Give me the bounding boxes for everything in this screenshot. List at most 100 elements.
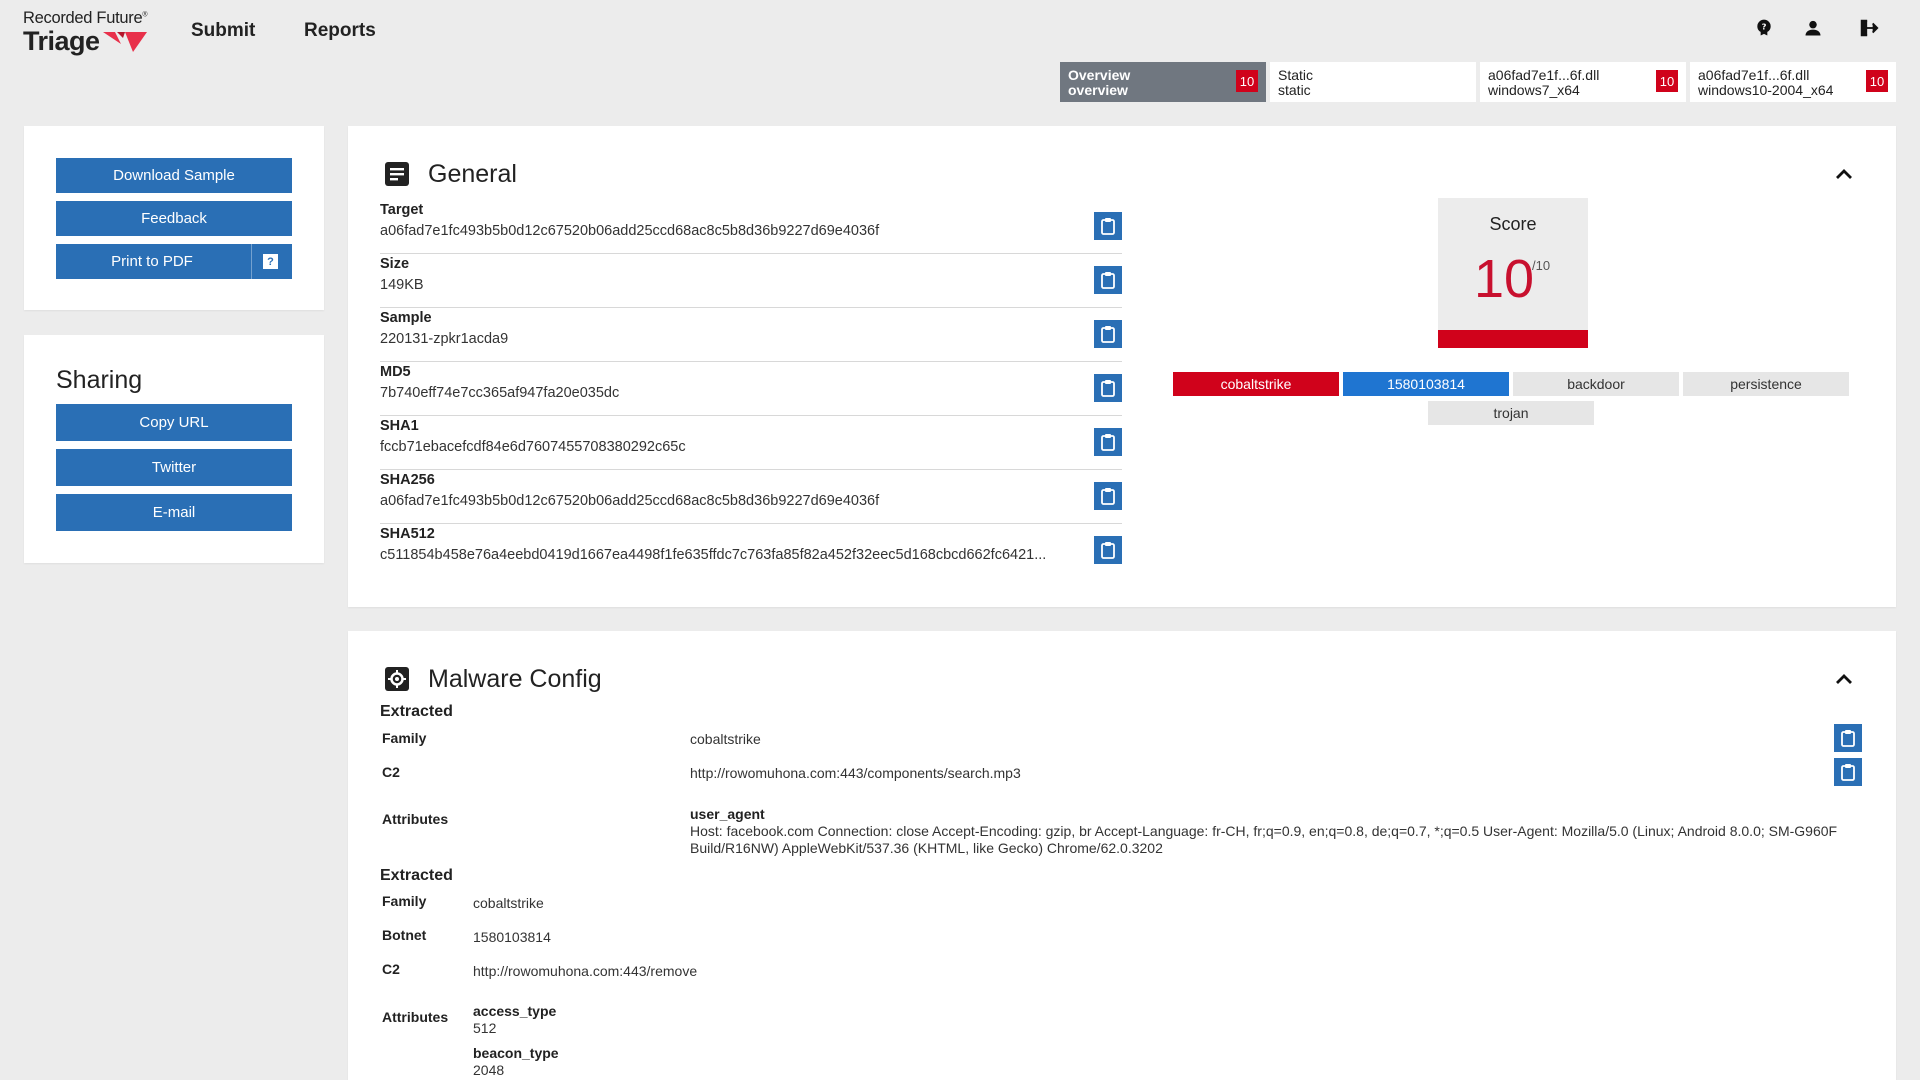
c2-value: http://rowomuhona.com:443/components/sea…	[690, 765, 1021, 781]
tab-score-badge: 10	[1236, 70, 1258, 92]
logout-icon[interactable]	[1857, 16, 1881, 40]
general-title: General	[428, 160, 517, 188]
tag-backdoor[interactable]: backdoor	[1513, 372, 1679, 396]
button-divider	[251, 244, 252, 279]
tag-botnet[interactable]: 1580103814	[1343, 372, 1509, 396]
family-value: cobaltstrike	[690, 731, 761, 747]
clipboard-icon	[1101, 542, 1115, 559]
field-value: 149KB	[380, 277, 424, 293]
help-icon[interactable]: ?	[1752, 16, 1776, 40]
copy-target-button[interactable]	[1094, 212, 1122, 240]
copy-md5-button[interactable]	[1094, 374, 1122, 402]
attributes-label: Attributes	[382, 1009, 449, 1025]
attributes-label: Attributes	[382, 811, 449, 827]
field-label: Target	[380, 202, 424, 218]
extracted-heading: Extracted	[380, 703, 453, 720]
tag-family[interactable]: cobaltstrike	[1173, 372, 1339, 396]
copy-size-button[interactable]	[1094, 266, 1122, 294]
feedback-button[interactable]: Feedback	[56, 201, 292, 236]
tab-overview[interactable]: Overview overview 10	[1060, 62, 1266, 102]
analysis-tabs: Overview overview 10 Static static a06fa…	[1060, 62, 1896, 102]
attr-value: Host: facebook.com Connection: close Acc…	[690, 823, 1838, 856]
score-title: Score	[1489, 214, 1537, 234]
chevron-up-icon[interactable]	[1832, 667, 1856, 691]
family-label: Family	[382, 893, 427, 909]
field-value: a06fad7e1fc493b5b0d12c67520b06add25ccd68…	[380, 223, 880, 239]
field-value: a06fad7e1fc493b5b0d12c67520b06add25ccd68…	[380, 493, 880, 509]
document-icon	[385, 162, 409, 186]
c2-value: http://rowomuhona.com:443/remove	[473, 963, 698, 979]
field-value: 7b740eff74e7cc365af947fa20e035dc	[380, 385, 620, 401]
field-label: Sample	[380, 310, 432, 326]
copy-sample-button[interactable]	[1094, 320, 1122, 348]
field-label: Size	[380, 256, 410, 272]
general-fields: Target a06fad7e1fc493b5b0d12c67520b06add…	[348, 200, 1168, 600]
attr-key: user_agent	[690, 806, 765, 822]
score-max: /10	[1532, 258, 1551, 273]
c2-label: C2	[382, 961, 400, 977]
field-label: SHA1	[380, 418, 419, 434]
attributes-value: user_agent Host: facebook.com Connection…	[690, 806, 1870, 857]
tab-score-badge: 10	[1656, 70, 1678, 92]
tab-title: Overview	[1068, 67, 1131, 83]
clipboard-icon	[1101, 380, 1115, 397]
copy-family-button[interactable]	[1834, 724, 1862, 752]
triage-logo-icon	[102, 32, 147, 52]
attr-key: access_type	[473, 1003, 557, 1019]
tab-windows7[interactable]: a06fad7e1f...6f.dll windows7_x64 10	[1480, 62, 1686, 102]
attr-value: 512	[473, 1020, 497, 1036]
c2-label: C2	[382, 764, 400, 780]
tag-trojan[interactable]: trojan	[1428, 401, 1594, 425]
field-value: 220131-zpkr1acda9	[380, 331, 509, 347]
actions-card: Download Sample Feedback Print to PDF ?	[24, 126, 324, 310]
field-md5: MD5 7b740eff74e7cc365af947fa20e035dc	[380, 362, 1122, 416]
company-name: Recorded Future	[23, 9, 143, 27]
clipboard-icon	[1841, 764, 1855, 781]
copy-c2-button[interactable]	[1834, 758, 1862, 786]
sharing-title: Sharing	[56, 366, 143, 394]
tab-windows10[interactable]: a06fad7e1f...6f.dll windows10-2004_x64 1…	[1690, 62, 1896, 102]
product-name: Triage	[23, 26, 100, 56]
score-bar	[1438, 330, 1588, 348]
tab-static[interactable]: Static static	[1270, 62, 1476, 102]
field-size: Size 149KB	[380, 254, 1122, 308]
tab-title: Static	[1278, 67, 1314, 83]
field-label: SHA256	[380, 472, 435, 488]
malware-config-title: Malware Config	[428, 665, 602, 693]
botnet-label: Botnet	[382, 927, 427, 943]
account-icon[interactable]	[1801, 16, 1825, 40]
nav-reports[interactable]: Reports	[304, 20, 376, 42]
help-badge-icon[interactable]: ?	[263, 254, 278, 269]
svg-text:?: ?	[1762, 22, 1767, 32]
twitter-button[interactable]: Twitter	[56, 449, 292, 486]
tab-subtitle: windows7_x64	[1488, 82, 1580, 98]
tab-title: a06fad7e1f...6f.dll	[1488, 67, 1600, 83]
attributes-value: access_type 512 beacon_type 2048	[473, 1003, 559, 1079]
print-to-pdf-button[interactable]: Print to PDF ?	[56, 244, 292, 279]
copy-url-button[interactable]: Copy URL	[56, 404, 292, 441]
copy-sha1-button[interactable]	[1094, 428, 1122, 456]
chevron-up-icon[interactable]	[1832, 162, 1856, 186]
tag-persistence[interactable]: persistence	[1683, 372, 1849, 396]
field-value: c511854b458e76a4eebd0419d1667ea4498f1fe6…	[380, 547, 1047, 563]
clipboard-icon	[1101, 488, 1115, 505]
field-target: Target a06fad7e1fc493b5b0d12c67520b06add…	[380, 200, 1122, 254]
tab-subtitle: windows10-2004_x64	[1698, 82, 1834, 98]
general-panel: General Target a06fad7e1fc493b5b0d12c675…	[348, 126, 1896, 607]
copy-sha256-button[interactable]	[1094, 482, 1122, 510]
malware-config-panel: Malware Config Extracted Family cobaltst…	[348, 631, 1896, 1080]
email-button[interactable]: E-mail	[56, 494, 292, 531]
field-label: MD5	[380, 364, 411, 380]
extracted-heading: Extracted	[380, 867, 453, 884]
score-value: 10	[1474, 249, 1535, 309]
botnet-value: 1580103814	[473, 929, 551, 945]
tab-subtitle: overview	[1068, 82, 1128, 98]
clipboard-icon	[1101, 434, 1115, 451]
clipboard-icon	[1101, 218, 1115, 235]
family-value: cobaltstrike	[473, 895, 544, 911]
copy-sha512-button[interactable]	[1094, 536, 1122, 564]
brand-logo[interactable]: Recorded Future® Triage	[23, 9, 147, 57]
nav-submit[interactable]: Submit	[191, 20, 255, 42]
field-sample: Sample 220131-zpkr1acda9	[380, 308, 1122, 362]
download-sample-button[interactable]: Download Sample	[56, 158, 292, 193]
